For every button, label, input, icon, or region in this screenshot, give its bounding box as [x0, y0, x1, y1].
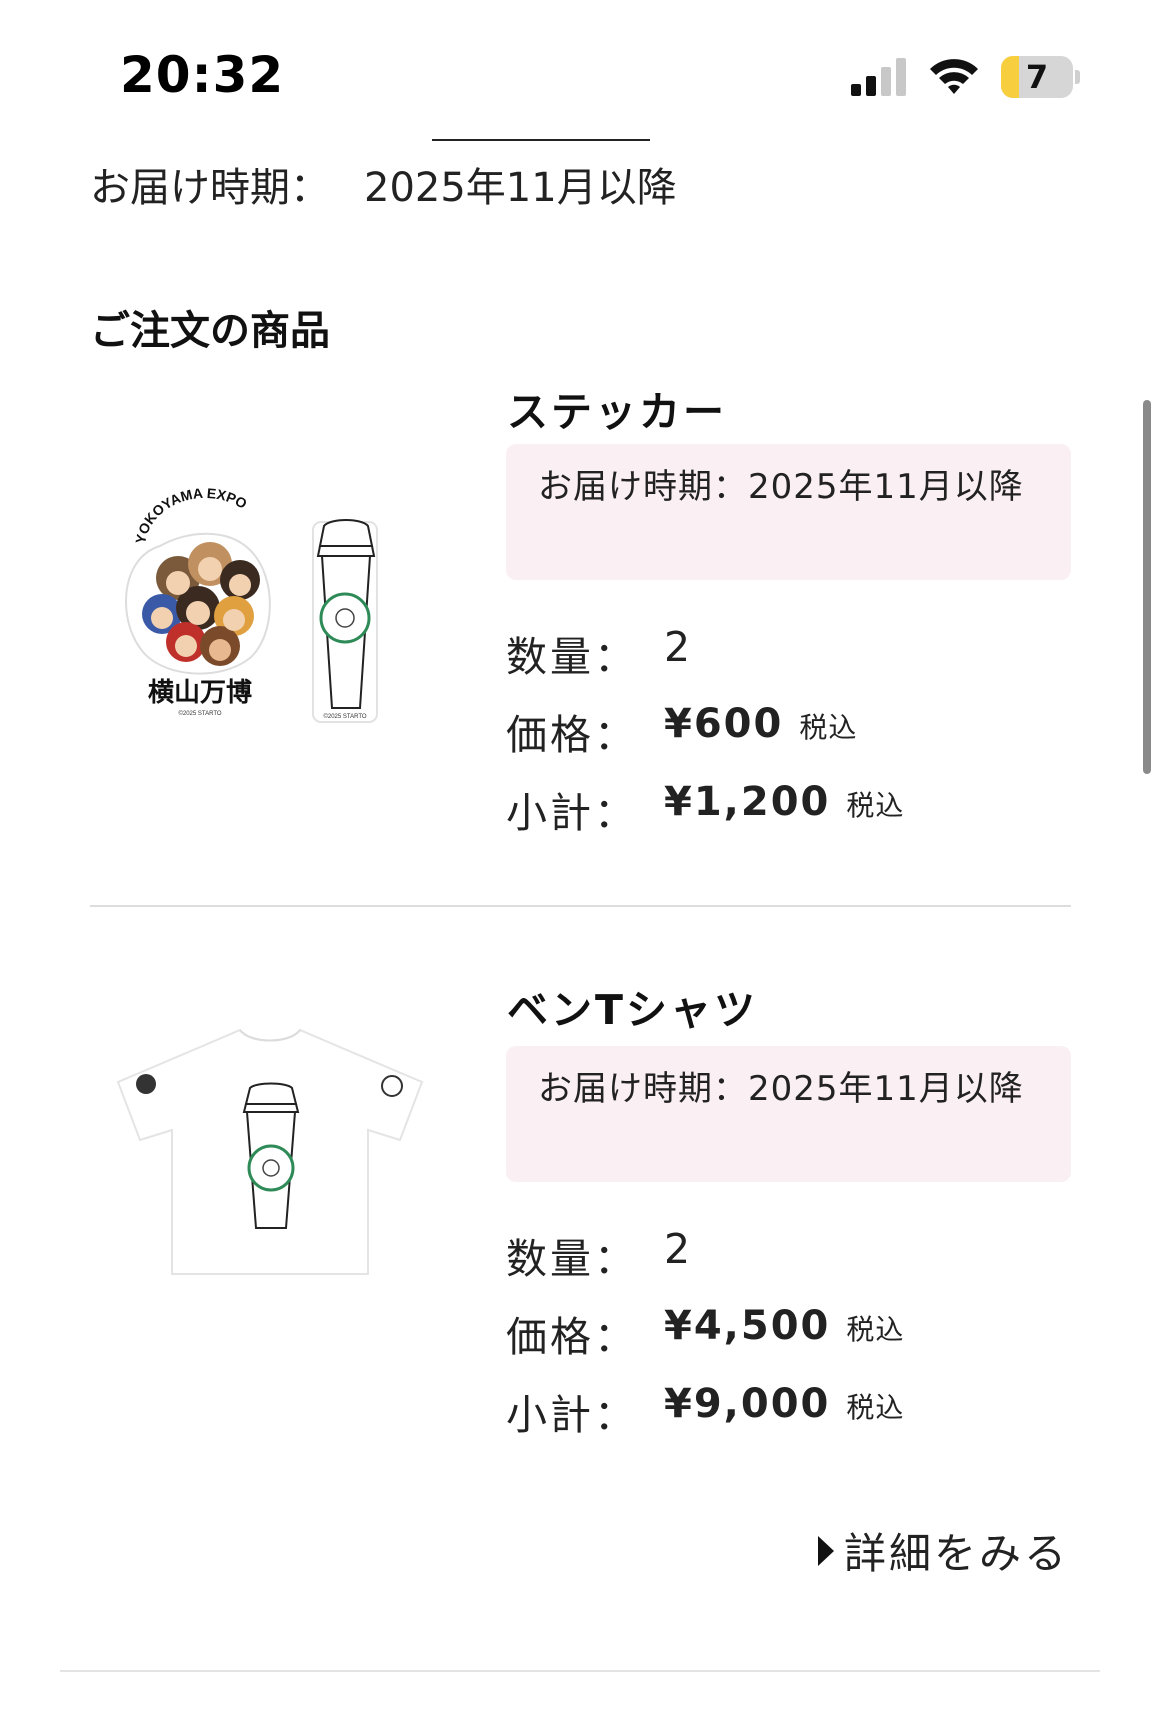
- status-bar: 20:32 7: [0, 0, 1169, 140]
- order-delivery-label: お届け時期：: [90, 165, 330, 211]
- tax-included-label: 税込: [799, 711, 858, 744]
- top-divider: [432, 139, 650, 141]
- subtotal-label: 小計：: [506, 789, 638, 837]
- price-amount: ¥4,500: [664, 1303, 831, 1349]
- subtotal-amount-group: ¥1,200 税込: [664, 779, 904, 825]
- sticker-logo-image: YOKOYAMA EXPO 横山万博 ©2025 STARTO: [125, 485, 271, 717]
- product-divider: [90, 905, 1071, 907]
- subtotal-label: 小計：: [506, 1391, 638, 1439]
- quantity-label: 数量：: [506, 1235, 638, 1283]
- svg-text:©2025 STARTO: ©2025 STARTO: [323, 713, 366, 720]
- price-amount-group: ¥600 税込: [664, 701, 857, 747]
- scrollbar[interactable]: [1143, 400, 1151, 774]
- wifi-icon: [930, 59, 978, 94]
- view-details-label: 詳細をみる: [844, 1529, 1070, 1578]
- subtotal-amount: ¥9,000: [664, 1381, 831, 1427]
- status-time: 20:32: [120, 46, 285, 104]
- price-label: 価格：: [506, 711, 638, 759]
- battery-percentage: 7: [1025, 58, 1049, 96]
- price-amount: ¥600: [664, 701, 784, 747]
- tax-included-label: 税込: [846, 1391, 905, 1424]
- svg-text:横山万博: 横山万博: [148, 678, 252, 708]
- battery-icon: 7: [1001, 56, 1080, 98]
- quantity-value: 2: [664, 623, 691, 671]
- subtotal-amount: ¥1,200: [664, 779, 831, 825]
- ordered-items-title: ご注文の商品: [90, 308, 330, 354]
- product-name[interactable]: ステッカー: [507, 378, 727, 438]
- quantity-value: 2: [664, 1225, 691, 1273]
- product-name[interactable]: ベンTシャツ: [507, 976, 758, 1036]
- price-label: 価格：: [506, 1313, 638, 1361]
- product-image-tshirt[interactable]: [100, 1012, 440, 1312]
- sticker-cup-image: ©2025 STARTO: [312, 519, 378, 723]
- tax-included-label: 税込: [846, 789, 905, 822]
- product-image-sticker[interactable]: YOKOYAMA EXPO 横山万博 ©2025 STARTO ©2025 ST…: [100, 468, 440, 748]
- cellular-signal-icon: [851, 58, 906, 96]
- tax-included-label: 税込: [846, 1313, 905, 1346]
- price-amount-group: ¥4,500 税込: [664, 1303, 904, 1349]
- order-delivery-value: 2025年11月以降: [364, 165, 677, 211]
- battery-tip: [1075, 70, 1080, 84]
- bottom-divider: [60, 1670, 1100, 1672]
- product-delivery-note: お届け時期：2025年11月以降: [506, 444, 1071, 580]
- order-delivery-row: お届け時期： 2025年11月以降: [90, 155, 677, 213]
- view-details-link[interactable]: 詳細をみる: [818, 1520, 1069, 1581]
- subtotal-amount-group: ¥9,000 税込: [664, 1381, 904, 1427]
- quantity-label: 数量：: [506, 633, 638, 681]
- product-delivery-note: お届け時期：2025年11月以降: [506, 1046, 1071, 1182]
- caret-right-icon: [818, 1536, 834, 1566]
- svg-text:©2025 STARTO: ©2025 STARTO: [178, 710, 221, 717]
